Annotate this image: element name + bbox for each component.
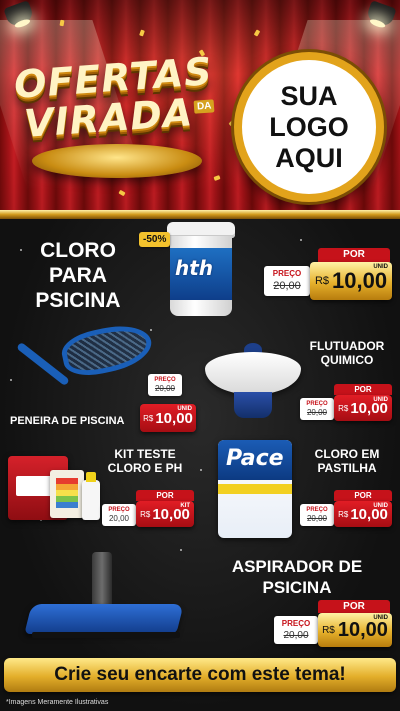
- title-superscript: DA: [193, 99, 215, 114]
- currency: R$: [314, 275, 329, 287]
- product-name-line: CLORO EM: [314, 447, 380, 461]
- por-label: POR: [334, 384, 392, 395]
- product-name-line: FLUTUADOR: [309, 339, 385, 353]
- old-price: 20,00: [306, 408, 328, 417]
- new-price-tag: R$ 10,00 KIT: [136, 501, 194, 527]
- test-kit-bottle-image: [82, 472, 100, 520]
- preco-label: PREÇO: [272, 269, 302, 278]
- sparkle: [150, 329, 152, 331]
- bag-stripe: [218, 484, 292, 494]
- gold-divider: [0, 210, 400, 219]
- old-price: 20,00: [273, 280, 301, 292]
- brand-logo: Pace: [226, 446, 284, 471]
- sparkle: [180, 549, 182, 551]
- logo-text-line2: LOGO: [269, 111, 349, 142]
- old-price-tag: PREÇO 20,00: [300, 504, 334, 526]
- currency: R$: [338, 509, 349, 519]
- product-name-line: PARA: [49, 264, 107, 287]
- product-name-peneira: PENEIRA DE PISCINA: [10, 415, 125, 427]
- unit-label: UNID: [373, 503, 388, 509]
- product-name-line: PSICINA: [35, 289, 121, 312]
- vacuum-brush: [32, 632, 180, 638]
- discount-badge: -50%: [139, 232, 171, 247]
- old-price-tag: PREÇO 20,00: [148, 374, 182, 396]
- product-name-line: ASPIRADOR DE: [231, 557, 363, 576]
- sparkle: [300, 239, 302, 241]
- product-name-line: KIT TESTE: [114, 447, 176, 461]
- old-price-tag: PREÇO 20,00: [264, 266, 310, 296]
- ofertas-virada-logo: OFERTAS VIRADA DA: [10, 48, 230, 198]
- product-name-line: QUIMICO: [320, 352, 374, 367]
- sparkle: [10, 379, 12, 381]
- por-label: POR: [136, 490, 194, 501]
- preco-label: PREÇO: [154, 377, 176, 383]
- new-price-tag: R$ 10,00 UNID: [318, 613, 392, 647]
- old-price-tag: PREÇO 20,00: [274, 616, 318, 644]
- test-kit-strips-image: [50, 470, 84, 518]
- unit-label: UNID: [177, 406, 192, 412]
- cta-banner[interactable]: Crie seu encarte com este tema!: [4, 658, 396, 692]
- currency: R$: [143, 413, 154, 423]
- product-name-pastilha: CLORO EM PASTILHA: [302, 447, 392, 476]
- product-name-line: PASTILHA: [317, 460, 377, 475]
- preco-label: PREÇO: [306, 401, 328, 407]
- preco-label: PREÇO: [281, 619, 311, 628]
- product-name-cloro: CLORO PARA PSICINA: [24, 238, 132, 313]
- new-price: 10,00: [337, 618, 388, 641]
- por-label: POR: [334, 490, 392, 501]
- product-name-flutuador: FLUTUADOR QUIMICO: [300, 339, 394, 368]
- product-name-line: PSICINA: [262, 578, 332, 597]
- currency: R$: [338, 403, 349, 413]
- old-price-tag: PREÇO 20,00: [102, 504, 136, 526]
- por-label: POR: [318, 600, 390, 613]
- header-banner: OFERTAS VIRADA DA SUA LOGO AQUI: [0, 0, 400, 212]
- old-price: 20,00: [154, 384, 176, 393]
- new-price: 10,00: [332, 268, 388, 293]
- unit-label: UNID: [373, 615, 388, 621]
- logo-placeholder: SUA LOGO AQUI: [234, 52, 384, 202]
- preco-label: PREÇO: [108, 507, 130, 513]
- unit-label: UNID: [373, 397, 388, 403]
- new-price-tag: R$ 10,00 UNID: [334, 501, 392, 527]
- logo-text-line3: AQUI: [275, 142, 343, 173]
- sparkle: [20, 249, 22, 251]
- new-price-tag: R$ 10,00 UNID: [310, 262, 392, 300]
- unit-label: KIT: [180, 503, 190, 509]
- por-label: POR: [318, 248, 390, 262]
- product-name-kit: KIT TESTE CLORO E PH: [100, 447, 190, 476]
- currency: R$: [322, 624, 335, 636]
- disclaimer-text: *Imagens Meramente Ilustrativas: [6, 699, 109, 706]
- pace-chlorine-bag-image: Pace: [218, 440, 292, 538]
- floater-base: [234, 392, 272, 418]
- product-name-line: CLORO E PH: [107, 460, 183, 475]
- hth-bucket-image: hth: [167, 222, 235, 320]
- brand-logo: hth: [175, 256, 214, 280]
- old-price: 20,00: [283, 630, 309, 641]
- new-price-tag: R$ 10,00 UNID: [140, 404, 196, 432]
- unit-label: UNID: [373, 264, 388, 270]
- old-price: 20,00: [108, 514, 130, 523]
- product-name-aspirador: ASPIRADOR DE PSICINA: [222, 556, 372, 598]
- logo-text-line1: SUA: [280, 80, 338, 111]
- currency: R$: [140, 509, 151, 519]
- old-price: 20,00: [306, 514, 328, 523]
- product-name-line: CLORO: [40, 239, 116, 262]
- new-price-tag: R$ 10,00 UNID: [334, 395, 392, 421]
- old-price-tag: PREÇO 20,00: [300, 398, 334, 420]
- gold-plate: [32, 144, 202, 178]
- new-price: 10,00: [155, 409, 193, 427]
- preco-label: PREÇO: [306, 507, 328, 513]
- sparkle: [200, 469, 202, 471]
- pool-vacuum-head-image: [24, 604, 184, 634]
